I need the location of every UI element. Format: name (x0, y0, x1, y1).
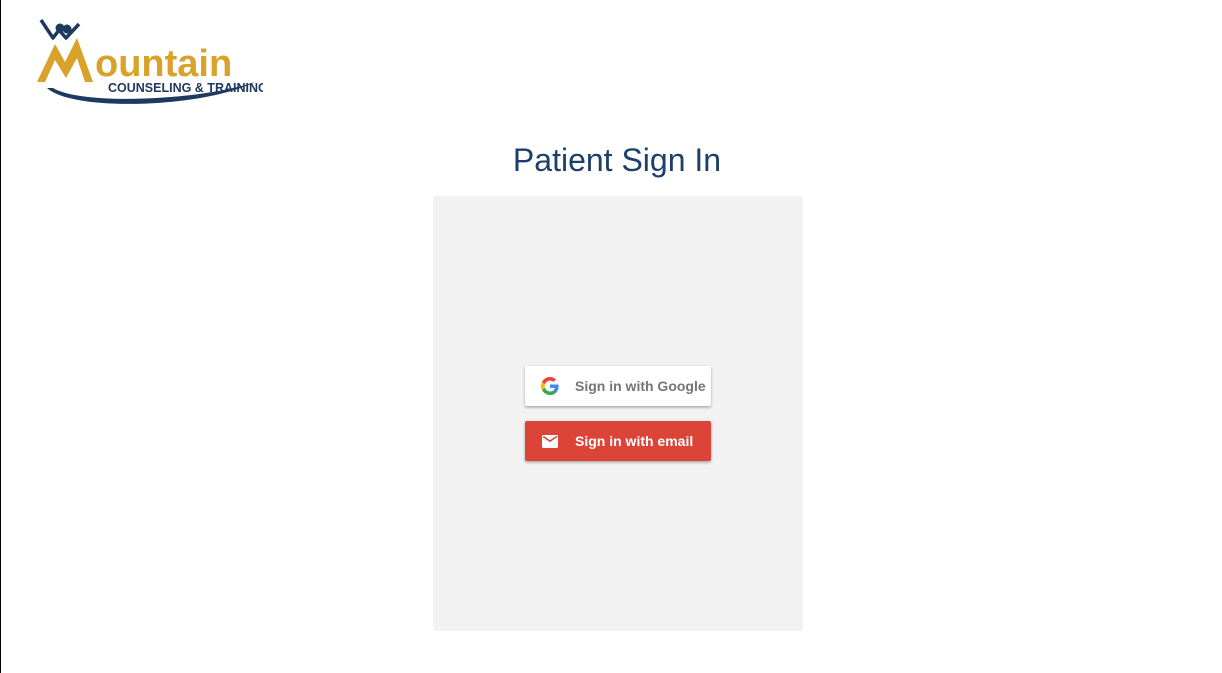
logo-tagline: COUNSELING & TRAINING (108, 81, 263, 95)
email-signin-button[interactable]: Sign in with email (525, 421, 711, 461)
company-logo[interactable]: ountain COUNSELING & TRAINING (33, 16, 263, 110)
google-icon (541, 377, 559, 395)
email-signin-label: Sign in with email (575, 433, 694, 449)
logo-wordmark: ountain (95, 43, 232, 85)
mountain-logo-icon: ountain COUNSELING & TRAINING (37, 19, 263, 104)
mail-icon (541, 432, 559, 450)
page: ountain COUNSELING & TRAINING Patient Si… (0, 0, 1222, 673)
google-signin-label: Sign in with Google (575, 378, 706, 394)
google-signin-button[interactable]: Sign in with Google (525, 366, 711, 406)
page-title: Patient Sign In (512, 142, 722, 178)
signin-panel: Sign in with Google Sign in with email (433, 196, 803, 631)
